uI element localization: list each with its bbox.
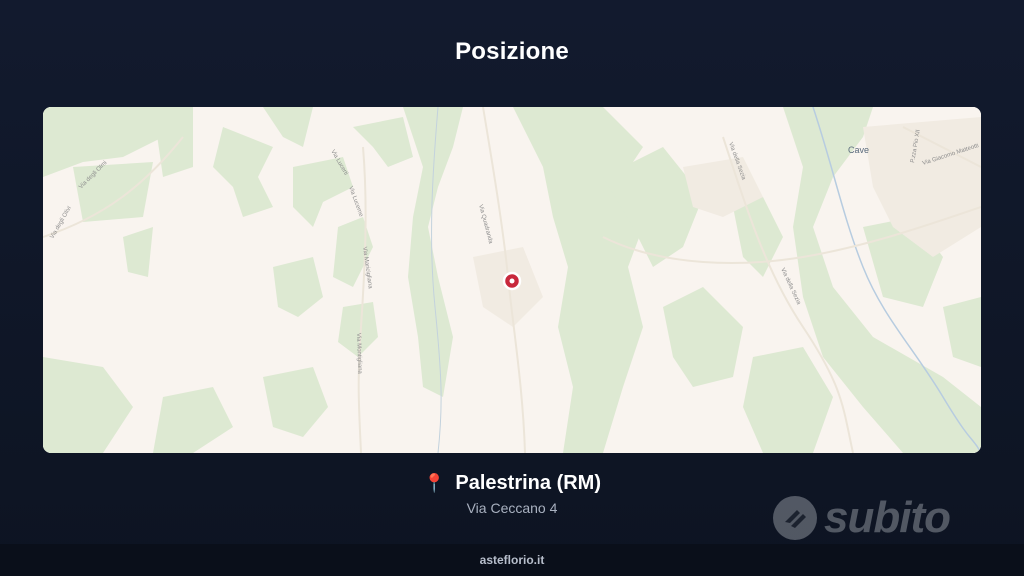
map-canvas[interactable]: Via degli Olivi Via degli Olmi Via Lucer… [43,107,981,453]
location-marker[interactable] [502,271,522,291]
town-label: Cave [848,145,869,155]
location-map[interactable]: Via degli Olivi Via degli Olmi Via Lucer… [43,107,981,453]
subito-wordmark: subito [824,493,951,542]
round-pushpin-icon: 📍 [422,473,446,493]
subito-watermark: subito [772,492,972,544]
page-title: Posizione [455,38,569,65]
subito-logo-icon [773,496,817,540]
footer-site: asteflorio.it [0,544,1024,576]
site-link[interactable]: asteflorio.it [480,553,545,567]
city-name: Palestrina (RM) [455,472,601,494]
